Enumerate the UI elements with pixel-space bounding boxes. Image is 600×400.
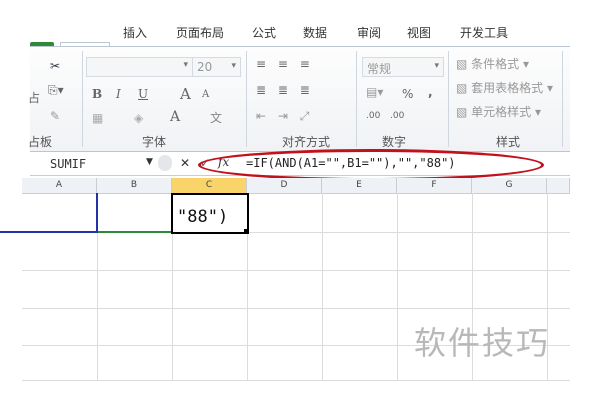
indent-icons[interactable]: ⇤ ⇥ ⤢ bbox=[256, 109, 313, 124]
tab-review[interactable]: 审阅 bbox=[357, 24, 381, 41]
ribbon: 占 ✂ ⎘▾ ✎ 占板 ▾ 20 ▾ B I U A A ▦ ◈ A 文 字体 ≡… bbox=[28, 46, 570, 152]
decrease-decimal-button[interactable]: .00 bbox=[390, 111, 404, 121]
formula-bar: SUMIF ▼ ✕ ✓ fx =IF(AND(A1="",B1=""),"","… bbox=[30, 149, 570, 181]
comma-button[interactable]: , bbox=[428, 85, 433, 99]
number-format-select[interactable]: 常规 ▾ bbox=[362, 57, 444, 77]
currency-icon[interactable]: ▤▾ bbox=[366, 85, 383, 99]
increase-decimal-button[interactable]: .00 bbox=[366, 111, 380, 121]
underline-button[interactable]: U bbox=[138, 87, 148, 101]
column-header-e[interactable]: E bbox=[322, 178, 397, 194]
resize-handle[interactable] bbox=[158, 155, 172, 171]
phonetic-button[interactable]: 文 bbox=[210, 109, 222, 126]
tab-developer[interactable]: 开发工具 bbox=[460, 24, 508, 41]
paste-button[interactable]: 占 bbox=[28, 89, 40, 106]
tab-data[interactable]: 数据 bbox=[303, 24, 327, 41]
alignment-group-label: 对齐方式 bbox=[282, 135, 331, 149]
number-format-value: 常规 bbox=[367, 62, 392, 76]
conditional-format-button[interactable]: ▧ 条件格式 ▾ bbox=[456, 55, 529, 72]
bold-button[interactable]: B bbox=[92, 87, 102, 101]
cut-icon[interactable]: ✂ bbox=[50, 59, 60, 73]
clipboard-group-label: 占板 bbox=[28, 135, 53, 149]
font-name-select[interactable]: ▾ bbox=[86, 57, 193, 77]
format-as-table-label: 套用表格格式 bbox=[471, 81, 544, 95]
conditional-format-label: 条件格式 bbox=[471, 57, 520, 71]
b1-left-border bbox=[96, 193, 98, 233]
cancel-icon[interactable]: ✕ bbox=[180, 156, 190, 170]
cell-c1-value: "88") bbox=[177, 207, 229, 227]
border-icon[interactable]: ▦ bbox=[92, 111, 103, 125]
column-header-g[interactable]: G bbox=[472, 178, 547, 194]
highlight-ellipse bbox=[198, 149, 544, 181]
b1-bottom-border bbox=[98, 231, 172, 233]
align-left-icons[interactable]: ≣ ≣ ≣ bbox=[256, 83, 314, 97]
fill-handle[interactable] bbox=[244, 229, 249, 234]
number-group-label: 数字 bbox=[382, 135, 407, 149]
format-as-table-button[interactable]: ▧ 套用表格格式 ▾ bbox=[456, 79, 553, 96]
a1-bottom-border bbox=[0, 231, 97, 233]
align-top-icons[interactable]: ≡ ≡ ≡ bbox=[256, 57, 314, 71]
styles-group-label: 样式 bbox=[496, 135, 521, 149]
ribbon-tabs: 件 开始 插入 页面布局 公式 数据 审阅 视图 开发工具 bbox=[0, 20, 570, 67]
tab-view[interactable]: 视图 bbox=[407, 24, 431, 41]
shrink-font-button[interactable]: A bbox=[202, 89, 209, 100]
font-group-label: 字体 bbox=[142, 135, 167, 149]
column-header-h[interactable] bbox=[547, 178, 570, 194]
font-size-value: 20 bbox=[197, 60, 213, 74]
format-painter-icon[interactable]: ✎ bbox=[50, 109, 60, 123]
name-box[interactable]: SUMIF bbox=[50, 157, 86, 171]
column-header-c[interactable]: C bbox=[172, 178, 247, 194]
watermark: 软件技巧 bbox=[414, 324, 551, 362]
font-size-select[interactable]: 20 ▾ bbox=[192, 57, 241, 77]
font-color-button[interactable]: A bbox=[170, 109, 180, 125]
column-header-f[interactable]: F bbox=[397, 178, 472, 194]
column-header-a[interactable]: A bbox=[22, 178, 97, 194]
column-header-d[interactable]: D bbox=[247, 178, 322, 194]
grow-font-button[interactable]: A bbox=[180, 85, 191, 103]
column-header-b[interactable]: B bbox=[97, 178, 172, 194]
percent-button[interactable]: % bbox=[402, 87, 413, 101]
tab-formulas[interactable]: 公式 bbox=[252, 24, 276, 41]
tab-page-layout[interactable]: 页面布局 bbox=[176, 24, 224, 41]
cell-styles-label: 单元格样式 bbox=[471, 105, 532, 119]
name-box-dropdown-icon[interactable]: ▼ bbox=[146, 157, 153, 167]
italic-button[interactable]: I bbox=[116, 87, 121, 101]
tab-insert[interactable]: 插入 bbox=[123, 24, 147, 41]
copy-icon[interactable]: ⎘▾ bbox=[48, 83, 64, 98]
cell-c1[interactable]: "88") bbox=[171, 193, 249, 234]
fill-color-icon[interactable]: ◈ bbox=[134, 111, 143, 125]
cell-styles-button[interactable]: ▧ 单元格样式 ▾ bbox=[456, 103, 541, 120]
